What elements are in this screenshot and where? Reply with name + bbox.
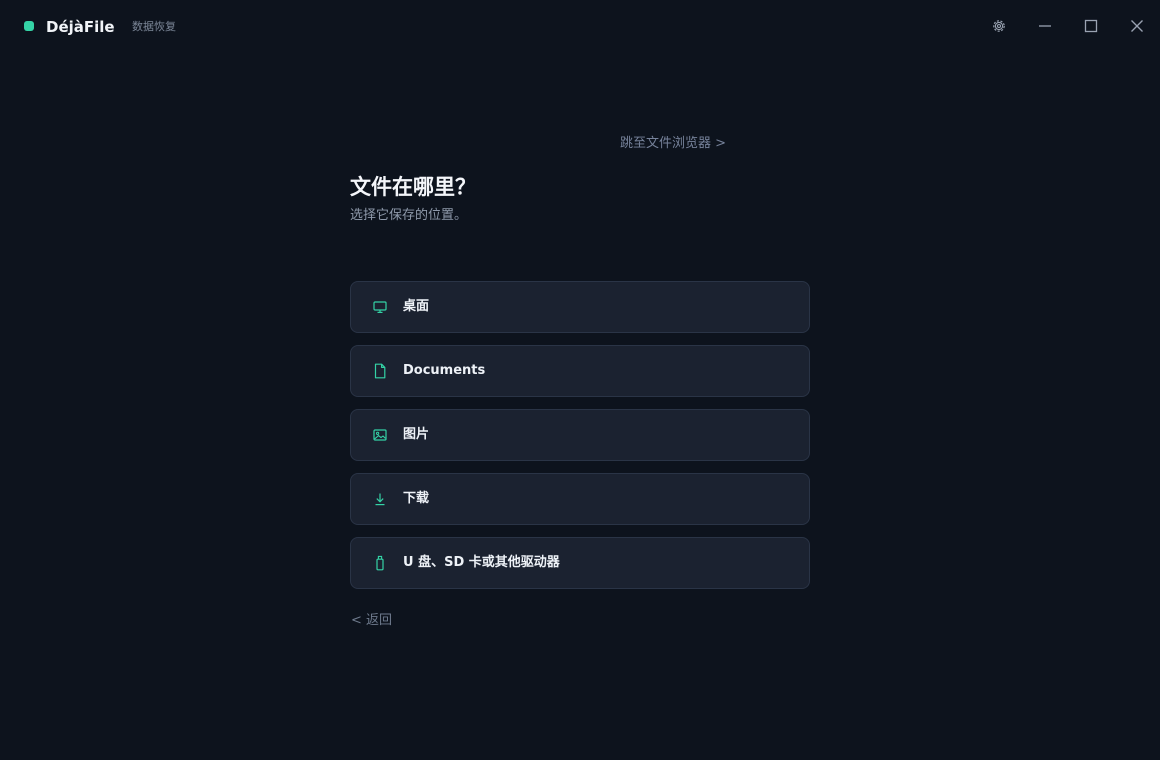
option-downloads[interactable]: 下载 xyxy=(350,473,810,525)
title-bar: DéjàFile 数据恢复 xyxy=(0,0,1160,54)
gear-icon xyxy=(991,18,1007,34)
option-pictures[interactable]: 图片 xyxy=(350,409,810,461)
option-documents[interactable]: Documents xyxy=(350,345,810,397)
minimize-button[interactable] xyxy=(1033,14,1057,38)
option-label: U 盘、SD 卡或其他驱动器 xyxy=(403,555,560,570)
option-desktop[interactable]: 桌面 xyxy=(350,281,810,333)
monitor-icon xyxy=(372,299,388,315)
option-external-drive[interactable]: U 盘、SD 卡或其他驱动器 xyxy=(350,537,810,589)
app-subtitle: 数据恢复 xyxy=(132,20,176,33)
minimize-icon xyxy=(1037,18,1053,34)
location-options: 桌面 Documents 图片 下载 U 盘、SD 卡或其他驱动器 xyxy=(350,281,810,601)
maximize-icon xyxy=(1083,18,1099,34)
download-icon xyxy=(372,491,388,507)
image-icon xyxy=(372,427,388,443)
option-label: Documents xyxy=(403,363,486,378)
page-subtitle: 选择它保存的位置。 xyxy=(350,208,468,223)
option-label: 图片 xyxy=(403,427,430,442)
close-button[interactable] xyxy=(1125,14,1149,38)
back-link[interactable]: < 返回 xyxy=(351,612,392,630)
usb-drive-icon xyxy=(372,555,388,571)
option-label: 桌面 xyxy=(403,299,430,314)
maximize-button[interactable] xyxy=(1079,14,1103,38)
close-icon xyxy=(1129,18,1145,34)
app-name: DéjàFile xyxy=(46,18,115,36)
app-logo xyxy=(24,21,34,31)
settings-button[interactable] xyxy=(987,14,1011,38)
option-label: 下载 xyxy=(403,491,430,506)
document-icon xyxy=(372,363,388,379)
jump-to-file-browser-link[interactable]: 跳至文件浏览器 > xyxy=(620,135,726,153)
page-title: 文件在哪里？ xyxy=(350,175,476,199)
